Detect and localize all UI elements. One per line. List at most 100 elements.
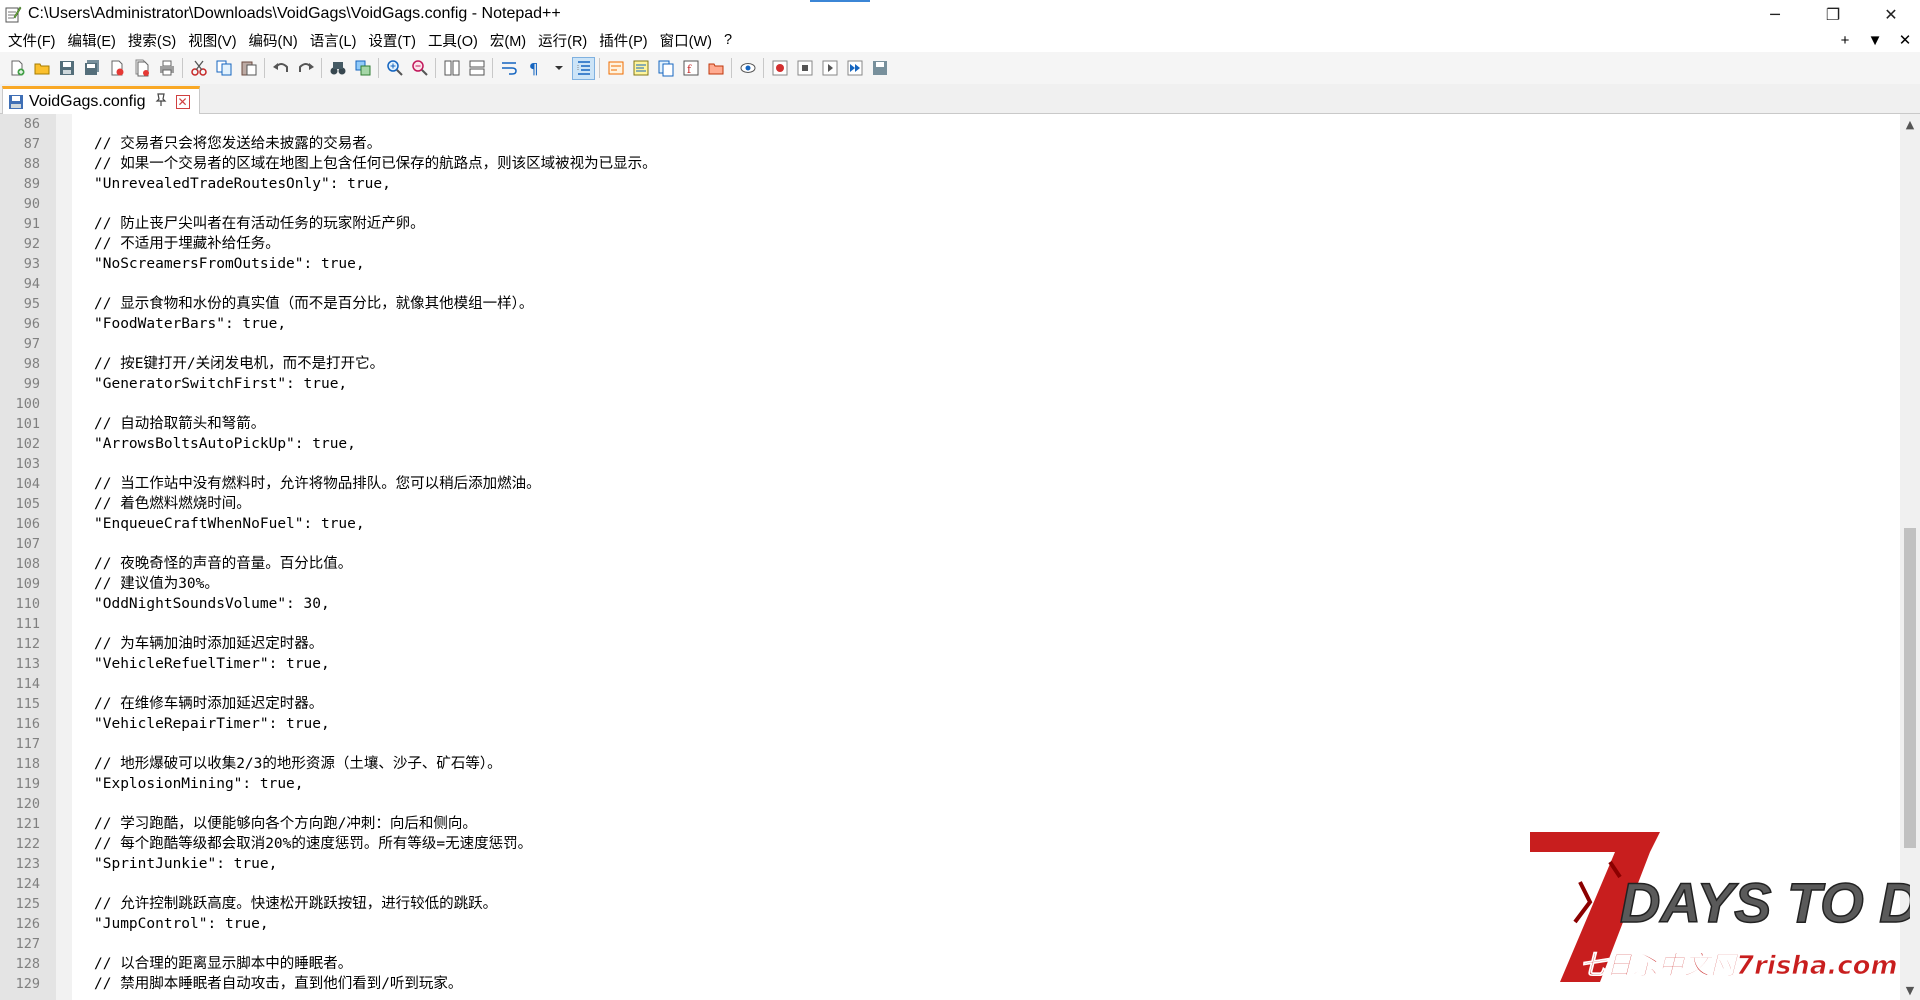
save-icon (59, 61, 74, 75)
function-list-button[interactable]: f (680, 58, 701, 79)
run-macro-multiple-button[interactable] (844, 58, 865, 79)
print-button[interactable] (156, 58, 177, 79)
line-number: 100 (15, 396, 40, 412)
code-line[interactable]: 106 "EnqueueCraftWhenNoFuel": true, (0, 514, 1900, 534)
paste-button[interactable] (238, 58, 259, 79)
code-line[interactable]: 115 // 在维修车辆时添加延迟定时器。 (0, 694, 1900, 714)
record-macro-button[interactable] (769, 58, 790, 79)
copy-button[interactable] (213, 58, 234, 79)
line-number: 89 (23, 176, 40, 192)
binoculars-icon (330, 62, 345, 75)
code-line[interactable]: 103 (0, 454, 1900, 474)
line-text: "NoScreamersFromOutside": true, (94, 256, 365, 272)
tab-voidgags-config[interactable]: VoidGags.config ✕ (2, 86, 200, 114)
code-line[interactable]: 112 // 为车辆加油时添加延迟定时器。 (0, 634, 1900, 654)
menu-macro[interactable]: 宏(M) (482, 30, 530, 51)
new-tab-button[interactable]: + (1830, 32, 1860, 49)
code-line[interactable]: 98 // 按E键打开/关闭发电机，而不是打开它。 (0, 354, 1900, 374)
save-all-button[interactable] (81, 58, 102, 79)
code-line[interactable]: 114 (0, 674, 1900, 694)
code-line[interactable]: 113 "VehicleRefuelTimer": true, (0, 654, 1900, 674)
menu-settings[interactable]: 设置(T) (360, 30, 420, 51)
play-macro-button[interactable] (819, 58, 840, 79)
sync-vertical-button[interactable] (441, 58, 462, 79)
document-map-button[interactable] (630, 58, 651, 79)
menu-file[interactable]: 文件(F) (0, 30, 60, 51)
monitoring-button[interactable] (737, 58, 758, 79)
sync-horizontal-button[interactable] (466, 58, 487, 79)
indent-guide-button[interactable] (572, 56, 595, 80)
code-line[interactable]: 107 (0, 534, 1900, 554)
close-all-button[interactable] (131, 58, 152, 79)
code-line[interactable]: 95 // 显示食物和水份的真实值（而不是百分比，就像其他模组一样）。 (0, 294, 1900, 314)
menu-language[interactable]: 语言(L) (302, 30, 361, 51)
menu-encoding[interactable]: 编码(N) (241, 30, 302, 51)
menu-view[interactable]: 视图(V) (180, 30, 240, 51)
code-line[interactable]: 117 (0, 734, 1900, 754)
code-line[interactable]: 90 (0, 194, 1900, 214)
tab-list-dropdown[interactable]: ▼ (1860, 32, 1890, 49)
code-line[interactable]: 116 "VehicleRepairTimer": true, (0, 714, 1900, 734)
scrollbar-thumb[interactable] (1904, 528, 1916, 848)
zoom-in-button[interactable] (384, 58, 405, 79)
open-file-button[interactable] (31, 58, 52, 79)
code-line[interactable]: 101 // 自动拾取箭头和弩箭。 (0, 414, 1900, 434)
close-window-button[interactable]: ✕ (1862, 0, 1920, 28)
code-line[interactable]: 96 "FoodWaterBars": true, (0, 314, 1900, 334)
cut-button[interactable] (188, 58, 209, 79)
code-line[interactable]: 109 // 建议值为30%。 (0, 574, 1900, 594)
code-line[interactable]: 119 "ExplosionMining": true, (0, 774, 1900, 794)
minimize-button[interactable]: ─ (1746, 0, 1804, 28)
code-line[interactable]: 93 "NoScreamersFromOutside": true, (0, 254, 1900, 274)
line-number: 116 (15, 716, 40, 732)
find-button[interactable] (327, 58, 348, 79)
code-line[interactable]: 91 // 防止丧尸尖叫者在有活动任务的玩家附近产卵。 (0, 214, 1900, 234)
zoom-in-icon (386, 60, 403, 76)
menu-help[interactable]: ? (716, 32, 736, 48)
close-document-button[interactable]: ✕ (1890, 31, 1920, 49)
code-line[interactable]: 104 // 当工作站中没有燃料时，允许将物品排队。您可以稍后添加燃油。 (0, 474, 1900, 494)
menu-tools[interactable]: 工具(O) (420, 30, 482, 51)
folder-as-workspace-button[interactable] (705, 58, 726, 79)
code-line[interactable]: 108 // 夜晚奇怪的声音的音量。百分比值。 (0, 554, 1900, 574)
menu-edit[interactable]: 编辑(E) (60, 30, 120, 51)
close-tab-button[interactable]: ✕ (175, 94, 190, 109)
code-line[interactable]: 94 (0, 274, 1900, 294)
save-button[interactable] (56, 58, 77, 79)
restore-button[interactable]: ❐ (1804, 0, 1862, 28)
code-line[interactable]: 97 (0, 334, 1900, 354)
code-line[interactable]: 99 "GeneratorSwitchFirst": true, (0, 374, 1900, 394)
code-line[interactable]: 92 // 不适用于埋藏补给任务。 (0, 234, 1900, 254)
new-file-button[interactable] (6, 58, 27, 79)
code-line[interactable]: 102 "ArrowsBoltsAutoPickUp": true, (0, 434, 1900, 454)
close-file-button[interactable] (106, 58, 127, 79)
menu-search[interactable]: 搜索(S) (120, 30, 180, 51)
scroll-up-arrow[interactable]: ▲ (1900, 114, 1920, 134)
code-line[interactable]: 86 (0, 114, 1900, 134)
line-number: 114 (15, 676, 40, 692)
code-line[interactable]: 100 (0, 394, 1900, 414)
code-line[interactable]: 111 (0, 614, 1900, 634)
code-line[interactable]: 105 // 着色燃料燃烧时间。 (0, 494, 1900, 514)
undo-button[interactable] (270, 58, 291, 79)
save-macro-button[interactable] (869, 58, 890, 79)
stop-macro-button[interactable] (794, 58, 815, 79)
pin-icon[interactable] (154, 93, 168, 110)
user-defined-language-button[interactable] (605, 58, 626, 79)
menu-plugins[interactable]: 插件(P) (591, 30, 651, 51)
show-all-chars-button[interactable]: ¶ (523, 58, 544, 79)
word-wrap-button[interactable] (498, 58, 519, 79)
indent-guide-dropdown[interactable] (548, 58, 569, 79)
menu-window[interactable]: 窗口(W) (652, 30, 716, 51)
code-line[interactable]: 118 // 地形爆破可以收集2/3的地形资源（土壤、沙子、矿石等）。 (0, 754, 1900, 774)
code-line[interactable]: 88 // 如果一个交易者的区域在地图上包含任何已保存的航路点，则该区域被视为已显… (0, 154, 1900, 174)
code-line[interactable]: 120 (0, 794, 1900, 814)
code-line[interactable]: 87 // 交易者只会将您发送给未披露的交易者。 (0, 134, 1900, 154)
replace-button[interactable] (352, 58, 373, 79)
redo-button[interactable] (295, 58, 316, 79)
code-line[interactable]: 110 "OddNightSoundsVolume": 30, (0, 594, 1900, 614)
code-line[interactable]: 89 "UnrevealedTradeRoutesOnly": true, (0, 174, 1900, 194)
menu-run[interactable]: 运行(R) (530, 30, 591, 51)
zoom-out-button[interactable] (409, 58, 430, 79)
document-list-button[interactable] (655, 58, 676, 79)
